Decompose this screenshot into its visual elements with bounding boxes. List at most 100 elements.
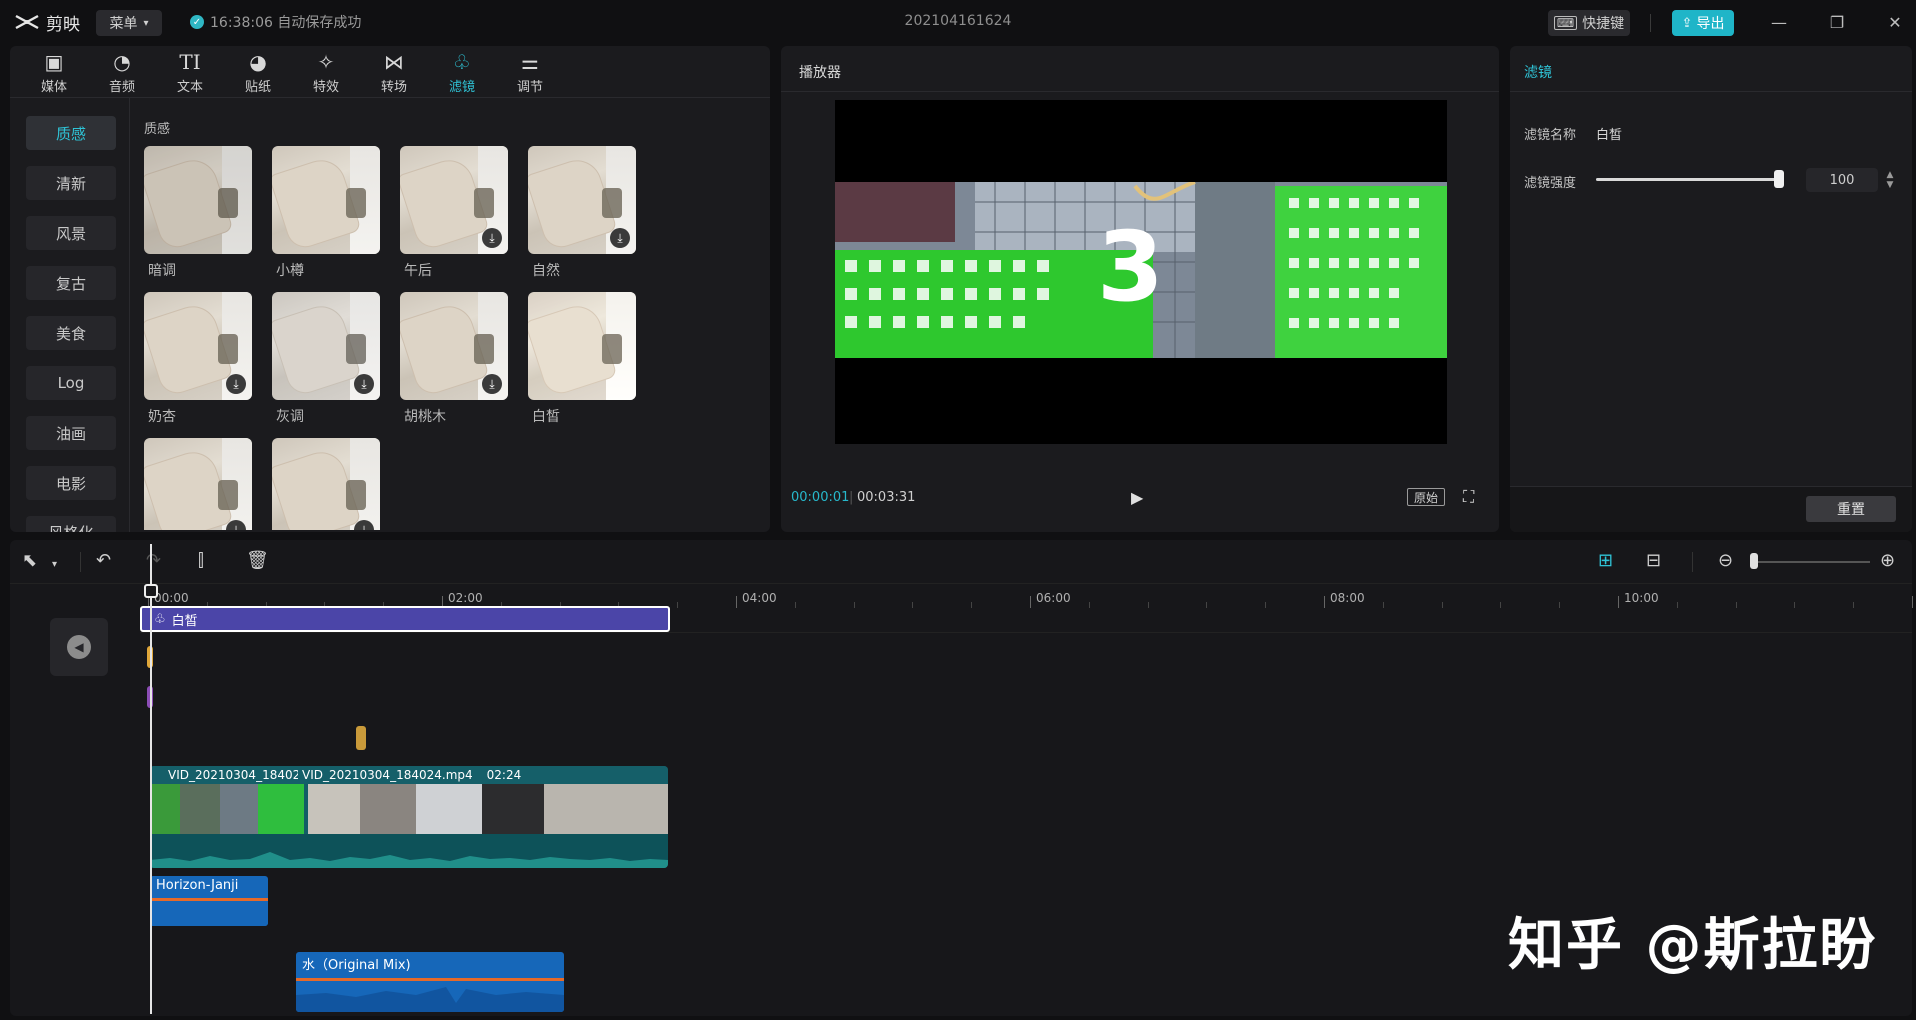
tool-label: 调节 — [516, 80, 543, 95]
transition-icon: ⋈ — [384, 50, 404, 74]
sticker-clip[interactable] — [356, 726, 366, 750]
filter-item[interactable]: ⤓ 午后 — [400, 146, 508, 286]
reset-button[interactable]: 重置 — [1806, 496, 1896, 522]
delete-icon[interactable]: 🗑 — [246, 550, 269, 572]
ruler-tick — [1912, 596, 1913, 608]
playhead-handle[interactable] — [144, 584, 158, 598]
audio-waveform — [150, 834, 668, 868]
restore-icon[interactable]: ❐ — [1822, 8, 1852, 36]
strength-slider-track[interactable] — [1596, 178, 1780, 181]
video-track[interactable]: VID_20210304_184024 VID_20210304_184024.… — [150, 766, 668, 868]
tool-label: 文本 — [176, 80, 203, 95]
category-item[interactable]: 风景 — [26, 216, 116, 250]
video-thumbnails — [150, 784, 668, 834]
export-icon: ⇪ — [1681, 15, 1693, 31]
audio-waveform — [150, 902, 268, 926]
category-item[interactable]: 电影 — [26, 466, 116, 500]
filter-thumbnail — [272, 146, 380, 254]
play-icon[interactable]: ▶ — [1131, 488, 1143, 507]
tool-effects[interactable]: ✧ 特效 — [294, 50, 358, 96]
audio-clip[interactable]: 水（Original Mix) — [296, 952, 564, 1012]
sticker-icon: ◕ — [249, 50, 267, 74]
tool-media[interactable]: ▣ 媒体 — [22, 50, 86, 96]
fullscreen-icon[interactable]: ⛶ — [1463, 487, 1474, 507]
ruler-label: 08:00 — [1330, 591, 1365, 605]
category-item[interactable]: 风格化 — [26, 516, 116, 532]
time-separator: | — [849, 490, 854, 505]
filter-icon: ♧ — [453, 50, 471, 74]
strength-slider-handle[interactable] — [1774, 170, 1784, 188]
zoom-slider-track[interactable] — [1752, 561, 1870, 563]
stepper-icon[interactable]: ▲ ▼ — [1884, 170, 1896, 190]
filter-item[interactable]: ⤓ 胡桃木 — [400, 292, 508, 432]
filter-thumbnail: ⤓ — [272, 292, 380, 400]
category-item[interactable]: 清新 — [26, 166, 116, 200]
filter-item[interactable]: ⤓ — [144, 438, 252, 530]
download-icon[interactable]: ⤓ — [226, 374, 246, 394]
download-icon[interactable]: ⤓ — [482, 228, 502, 248]
redo-icon: ↷ — [146, 550, 162, 571]
tool-label: 滤镜 — [448, 80, 475, 95]
filter-section-title: 质感 — [144, 122, 171, 137]
category-item[interactable]: 质感 — [26, 116, 116, 150]
download-icon[interactable]: ⤓ — [482, 374, 502, 394]
split-icon[interactable]: ⫿ — [198, 550, 204, 572]
filter-item[interactable]: 白皙 — [528, 292, 636, 432]
keyboard-icon: ⌨ — [1553, 16, 1578, 30]
ruler-tick — [1324, 596, 1325, 608]
aspect-ratio-button[interactable]: 原始 — [1407, 488, 1445, 506]
playhead-line[interactable] — [150, 544, 152, 1014]
filter-clip[interactable]: ♧ 白皙 — [140, 606, 670, 632]
strength-input[interactable]: 100 — [1806, 168, 1878, 192]
category-item[interactable]: 复古 — [26, 266, 116, 300]
category-item[interactable]: 美食 — [26, 316, 116, 350]
effects-icon: ✧ — [317, 50, 335, 74]
category-item[interactable]: Log — [26, 366, 116, 400]
ruler-label: 10:00 — [1624, 591, 1659, 605]
ruler-label: 00:00 — [154, 591, 189, 605]
snap-icon[interactable]: ⊞ — [1598, 550, 1613, 572]
tool-label: 特效 — [312, 80, 339, 95]
tool-transition[interactable]: ⋈ 转场 — [362, 50, 426, 96]
download-icon[interactable]: ⤓ — [610, 228, 630, 248]
video-overlay-number: 3 — [1097, 211, 1164, 323]
tool-text[interactable]: TI 文本 — [158, 50, 222, 96]
filter-name: 奶杏 — [148, 409, 176, 425]
tool-adjust[interactable]: ⚌ 调节 — [498, 50, 562, 96]
minimize-icon[interactable]: — — [1764, 8, 1794, 36]
tool-label: 媒体 — [40, 80, 67, 95]
filter-thumbnail: ⤓ — [528, 146, 636, 254]
tool-label: 贴纸 — [244, 80, 271, 95]
undo-icon[interactable]: ↶ — [96, 550, 111, 572]
export-button[interactable]: ⇪ 导出 — [1672, 10, 1734, 36]
filter-item[interactable]: ⤓ 灰调 — [272, 292, 380, 432]
shortcut-button[interactable]: ⌨ 快捷键 — [1548, 10, 1630, 36]
total-time: 00:03:31 — [857, 490, 916, 505]
zoom-out-icon[interactable]: ⊖ — [1718, 550, 1733, 572]
chevron-down-icon[interactable]: ▾ — [52, 554, 57, 576]
zoom-in-icon[interactable]: ⊕ — [1880, 550, 1895, 572]
tool-filter[interactable]: ♧ 滤镜 — [430, 50, 494, 96]
video-clip-2-name: VID_20210304_184024.mp4 — [302, 768, 473, 782]
filter-thumbnail: ⤓ — [144, 438, 252, 530]
filter-item[interactable]: 小樽 — [272, 146, 380, 286]
link-icon[interactable]: ⊟ — [1646, 550, 1661, 572]
audio-clip[interactable]: Horizon-Janji — [150, 876, 268, 926]
select-cursor-icon[interactable]: ⬉ — [22, 550, 37, 572]
player-title: 播放器 — [799, 65, 841, 81]
download-icon[interactable]: ⤓ — [354, 374, 374, 394]
adjust-icon: ⚌ — [521, 50, 539, 74]
filter-item[interactable]: ⤓ 奶杏 — [144, 292, 252, 432]
time-ruler[interactable]: 00:00 02:00 04:00 06:00 08:00 10:00 — [148, 584, 1913, 608]
filter-item[interactable]: ⤓ — [272, 438, 380, 530]
export-label: 导出 — [1696, 16, 1725, 32]
track-mute-button[interactable]: ◀ — [50, 618, 108, 676]
zoom-slider-handle[interactable] — [1750, 553, 1758, 569]
filter-item[interactable]: ⤓ 自然 — [528, 146, 636, 286]
waveform-graphic — [150, 852, 668, 868]
tool-audio[interactable]: ◔ 音频 — [90, 50, 154, 96]
filter-item[interactable]: 暗调 — [144, 146, 252, 286]
category-item[interactable]: 油画 — [26, 416, 116, 450]
close-icon[interactable]: ✕ — [1880, 8, 1910, 36]
tool-sticker[interactable]: ◕ 贴纸 — [226, 50, 290, 96]
